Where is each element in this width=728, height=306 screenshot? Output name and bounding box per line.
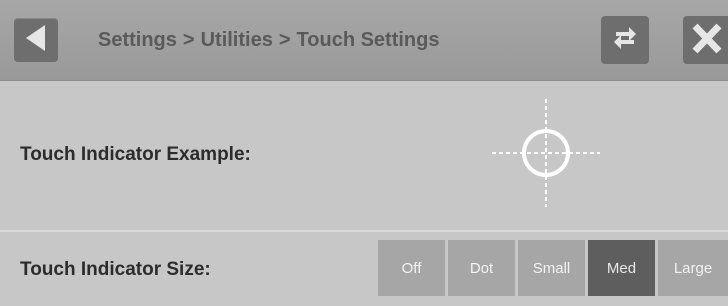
breadcrumb-separator: > <box>278 28 291 51</box>
size-option-small[interactable]: Small <box>518 240 585 296</box>
close-button[interactable] <box>683 16 728 64</box>
title-bar: Settings > Utilities > Touch Settings <box>0 0 728 81</box>
breadcrumb-settings[interactable]: Settings <box>98 29 177 52</box>
size-option-large[interactable]: Large <box>658 240 728 296</box>
breadcrumb-utilities[interactable]: Utilities <box>201 29 273 52</box>
back-arrow-icon <box>23 23 49 58</box>
breadcrumb-touch-settings: Touch Settings <box>296 28 440 51</box>
size-option-dot[interactable]: Dot <box>448 240 515 296</box>
touch-indicator-size-row: Touch Indicator Size: Off Dot Small Med … <box>0 232 728 306</box>
swap-arrows-icon <box>610 23 640 58</box>
size-option-off[interactable]: Off <box>378 240 445 296</box>
breadcrumb: Settings > Utilities > Touch Settings <box>98 24 440 56</box>
close-icon <box>689 21 723 60</box>
touch-indicator-example-label: Touch Indicator Example: <box>20 144 251 165</box>
touch-indicator-crosshair-icon <box>490 97 602 209</box>
back-button[interactable] <box>14 18 58 62</box>
swap-button[interactable] <box>601 16 649 64</box>
touch-indicator-size-selector: Off Dot Small Med Large <box>378 240 728 296</box>
touch-indicator-example-row: Touch Indicator Example: <box>0 81 728 230</box>
breadcrumb-separator: > <box>182 28 195 51</box>
touch-indicator-size-label: Touch Indicator Size: <box>20 259 211 280</box>
size-option-med[interactable]: Med <box>588 240 655 296</box>
